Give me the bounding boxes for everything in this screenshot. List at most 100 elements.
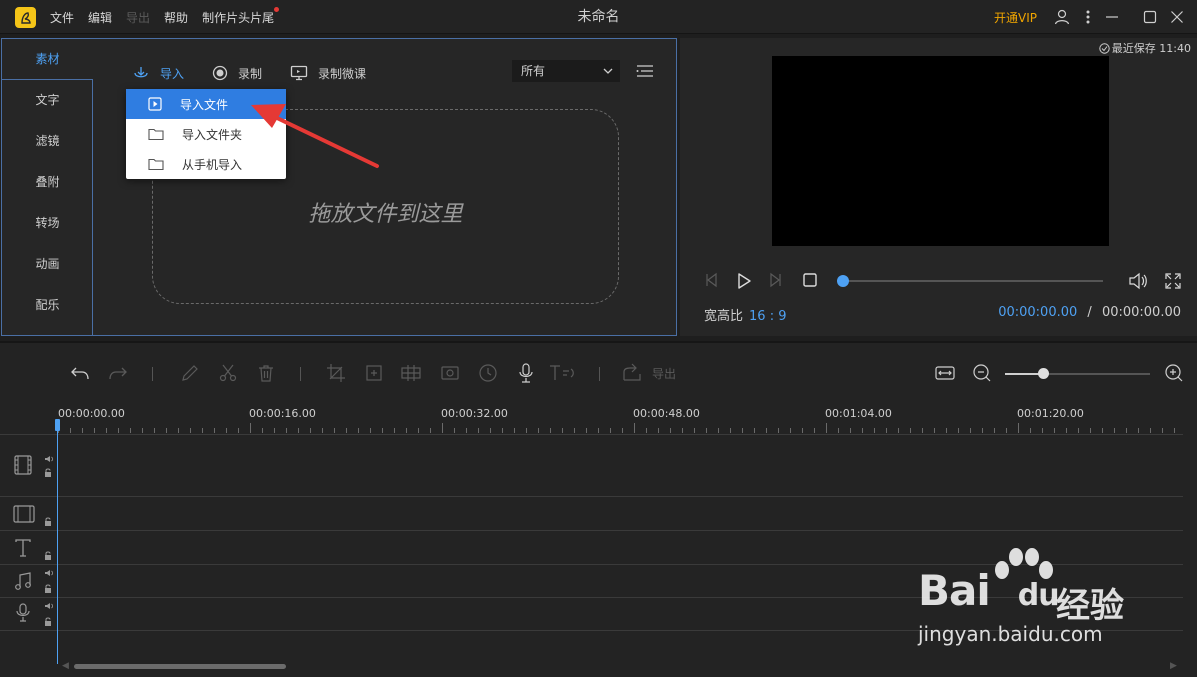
fit-timeline-icon[interactable] <box>934 363 956 386</box>
prev-frame-icon[interactable] <box>704 272 720 291</box>
playback-progress-bar[interactable] <box>840 280 1103 282</box>
speaker-icon[interactable] <box>44 569 54 577</box>
chevron-down-icon <box>603 68 613 74</box>
track-header <box>10 435 56 496</box>
ruler-ticks <box>58 423 1175 433</box>
ruler-label: 00:01:20.00 <box>1017 407 1084 420</box>
record-button[interactable]: 录制 <box>212 65 262 82</box>
timecode: 00:00:00.00 / 00:00:00.00 <box>998 305 1181 320</box>
track-voice[interactable] <box>0 598 1183 631</box>
track-video[interactable] <box>0 434 1183 497</box>
import-icon <box>134 67 148 78</box>
aspect-ratio-value: 16 : 9 <box>749 309 787 324</box>
next-frame-icon[interactable] <box>767 272 783 291</box>
edit-pencil-icon[interactable] <box>180 363 200 386</box>
playhead[interactable] <box>57 419 58 664</box>
stop-icon[interactable] <box>802 272 818 291</box>
speed-clock-icon[interactable] <box>478 363 498 386</box>
lock-icon[interactable] <box>44 517 52 526</box>
track-text[interactable] <box>0 532 1183 565</box>
delete-icon[interactable] <box>256 363 276 386</box>
vip-button[interactable]: 开通VIP <box>994 9 1037 26</box>
menu-file[interactable]: 文件 <box>50 9 74 26</box>
freeze-frame-icon[interactable] <box>440 363 460 386</box>
track-header <box>10 565 56 597</box>
close-icon[interactable] <box>1166 6 1188 28</box>
toolbar-divider <box>152 367 153 381</box>
speaker-icon[interactable] <box>44 602 54 610</box>
timeline-panel: 导出 00:00:00.00 00:00:16.00 00:00:32.00 0… <box>0 341 1197 677</box>
menu-help[interactable]: 帮助 <box>164 9 188 26</box>
resize-icon[interactable] <box>364 363 384 386</box>
menu-item-import-file-label: 导入文件 <box>180 97 229 112</box>
record-label: 录制 <box>238 66 263 81</box>
track-music[interactable] <box>0 565 1183 598</box>
zoom-slider-knob[interactable] <box>1038 368 1049 379</box>
zoom-out-icon[interactable] <box>972 363 992 386</box>
ruler-label: 00:00:00.00 <box>58 407 125 420</box>
volume-icon[interactable] <box>1128 272 1148 293</box>
import-dropdown-menu: 导入文件 导入文件夹 从手机导入 <box>126 89 286 179</box>
cut-icon[interactable] <box>218 363 238 386</box>
record-icon <box>212 65 228 81</box>
title-bar: 文件 编辑 导出 帮助 制作片头片尾 未命名 开通VIP <box>0 0 1197 34</box>
export-icon[interactable] <box>621 363 643 386</box>
voiceover-mic-icon[interactable] <box>516 363 536 386</box>
menu-export[interactable]: 导出 <box>126 9 150 26</box>
app-logo-icon <box>15 7 36 28</box>
maximize-icon[interactable] <box>1139 6 1161 28</box>
track-header <box>10 598 56 630</box>
undo-icon[interactable] <box>70 363 90 386</box>
import-button[interactable]: 导入 <box>132 65 184 82</box>
track-header <box>10 498 56 530</box>
mosaic-icon[interactable] <box>400 363 422 386</box>
media-toolbar: 导入 录制 录制微课 <box>132 63 394 83</box>
preview-panel: 最近保存 11:40 宽高比 16 : 9 00:00:00.00 / 00:00… <box>680 38 1197 336</box>
lock-icon[interactable] <box>44 617 52 626</box>
folder-icon <box>148 158 164 171</box>
list-view-icon[interactable] <box>636 63 654 82</box>
timeline-export-label[interactable]: 导出 <box>652 365 676 382</box>
ruler-label: 00:00:32.00 <box>441 407 508 420</box>
timeline-horizontal-scrollbar[interactable] <box>74 664 286 669</box>
menu-item-import-phone-label: 从手机导入 <box>182 157 243 172</box>
lock-icon[interactable] <box>44 584 52 593</box>
screen-record-icon <box>290 65 308 81</box>
lock-icon[interactable] <box>44 468 52 477</box>
scroll-left-icon[interactable]: ◀ <box>62 661 69 671</box>
record-lecture-button[interactable]: 录制微课 <box>290 65 366 82</box>
drop-zone-text: 拖放文件到这里 <box>308 202 463 227</box>
speaker-icon[interactable] <box>44 455 54 463</box>
user-icon[interactable] <box>1051 6 1073 28</box>
track-overlay[interactable] <box>0 498 1183 531</box>
redo-icon[interactable] <box>108 363 128 386</box>
crop-icon[interactable] <box>326 363 346 386</box>
menu-item-import-folder[interactable]: 导入文件夹 <box>126 119 286 149</box>
media-filter-select[interactable]: 所有 <box>512 60 620 82</box>
minimize-icon[interactable] <box>1101 6 1123 28</box>
menu-item-import-file[interactable]: 导入文件 <box>126 89 286 119</box>
fullscreen-icon[interactable] <box>1164 272 1182 293</box>
aspect-ratio[interactable]: 宽高比 16 : 9 <box>704 305 786 324</box>
menu-item-import-phone[interactable]: 从手机导入 <box>126 149 286 179</box>
lock-icon[interactable] <box>44 551 52 560</box>
text-to-speech-icon[interactable] <box>548 363 578 386</box>
video-track-icon <box>14 455 32 475</box>
ruler-label: 00:01:04.00 <box>825 407 892 420</box>
menu-intro-outro[interactable]: 制作片头片尾 <box>202 6 280 26</box>
timeline-ruler[interactable]: 00:00:00.00 00:00:16.00 00:00:32.00 00:0… <box>58 403 1183 435</box>
zoom-slider[interactable] <box>1005 373 1150 375</box>
menu-edit[interactable]: 编辑 <box>88 9 112 26</box>
menu-bar: 文件 编辑 导出 帮助 制作片头片尾 <box>50 0 288 34</box>
side-tabs-border <box>2 79 93 335</box>
tab-materials[interactable]: 素材 <box>2 39 93 80</box>
zoom-in-icon[interactable] <box>1164 363 1184 386</box>
media-panel: 素材 文字 滤镜 叠附 转场 动画 配乐 导入 录制 录制微课 所有 拖放文件到… <box>1 38 677 336</box>
scroll-right-icon[interactable]: ▶ <box>1170 661 1177 671</box>
playback-progress-knob[interactable] <box>837 275 849 287</box>
toolbar-divider <box>300 367 301 381</box>
more-vert-icon[interactable] <box>1077 6 1099 28</box>
menu-intro-outro-label: 制作片头片尾 <box>202 10 275 25</box>
record-lecture-label: 录制微课 <box>318 66 367 81</box>
play-icon[interactable] <box>735 272 753 293</box>
